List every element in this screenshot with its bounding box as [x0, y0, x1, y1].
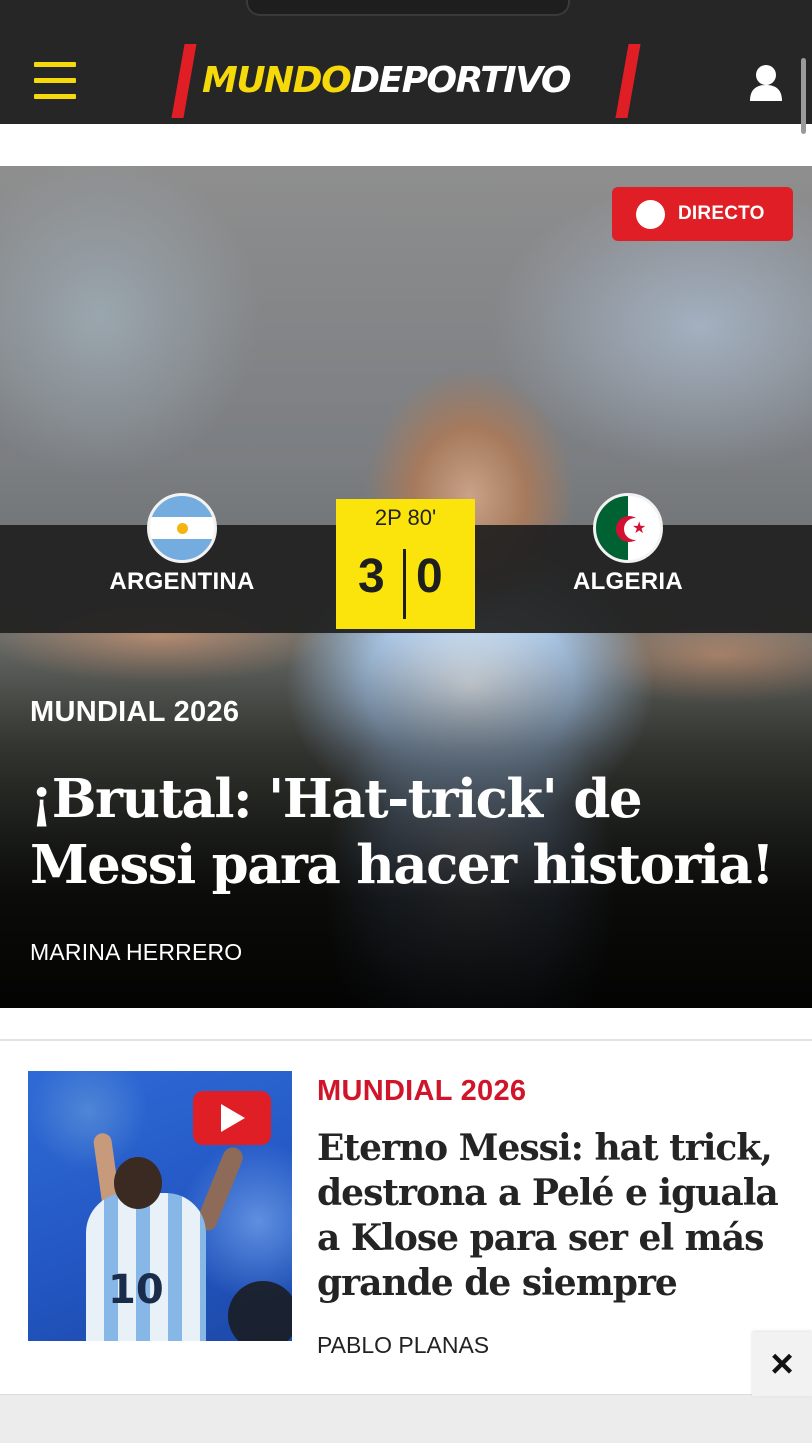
play-icon[interactable]	[193, 1091, 271, 1145]
jersey-number: 10	[108, 1267, 164, 1313]
user-icon[interactable]	[748, 64, 784, 102]
device-notch	[246, 0, 570, 16]
algeria-flag-icon: ★	[593, 493, 663, 563]
bottom-ad-bar	[0, 1394, 812, 1443]
hero-author[interactable]: MARINA HERRERO	[30, 939, 242, 966]
argentina-flag-icon	[147, 493, 217, 563]
away-team-name: ALGERIA	[572, 568, 684, 595]
logo-left-bar	[171, 44, 197, 118]
scrollbar-thumb[interactable]	[801, 58, 806, 134]
match-period: 2P 80'	[374, 505, 437, 530]
scoreboard[interactable]: 2P 80' 3 0	[336, 499, 475, 629]
hero-category[interactable]: MUNDIAL 2026	[30, 696, 239, 729]
article-headline[interactable]: Eterno Messi: hat trick, destrona a Pelé…	[317, 1126, 797, 1306]
hamburger-menu-icon[interactable]	[34, 62, 76, 102]
away-score: 0	[416, 550, 443, 603]
article-category[interactable]: MUNDIAL 2026	[317, 1075, 526, 1108]
live-label: DIRECTO	[678, 203, 765, 224]
home-score: 3	[358, 550, 385, 603]
article-author[interactable]: PABLO PLANAS	[317, 1332, 489, 1359]
hero-headline[interactable]: ¡Brutal: 'Hat-trick' de Messi para hacer…	[30, 766, 800, 898]
hero-article[interactable]: DIRECTO ARGENTINA ★ ALGERIA 2P 80' 3 0 M…	[0, 166, 812, 1008]
close-ad-button[interactable]: ×	[752, 1332, 812, 1396]
live-badge[interactable]: DIRECTO	[612, 187, 793, 241]
section-divider	[0, 1039, 812, 1041]
logo-mundo: MUNDO	[202, 60, 352, 101]
home-team-name: ARGENTINA	[109, 568, 255, 595]
site-logo[interactable]: MUNDODEPORTIVO	[171, 42, 641, 120]
close-icon: ×	[770, 1342, 794, 1386]
score-separator	[403, 549, 406, 619]
logo-right-bar	[615, 44, 641, 118]
live-dot-icon	[636, 200, 665, 229]
logo-deportivo: DEPORTIVO	[350, 60, 571, 101]
site-header: MUNDODEPORTIVO	[0, 0, 812, 134]
